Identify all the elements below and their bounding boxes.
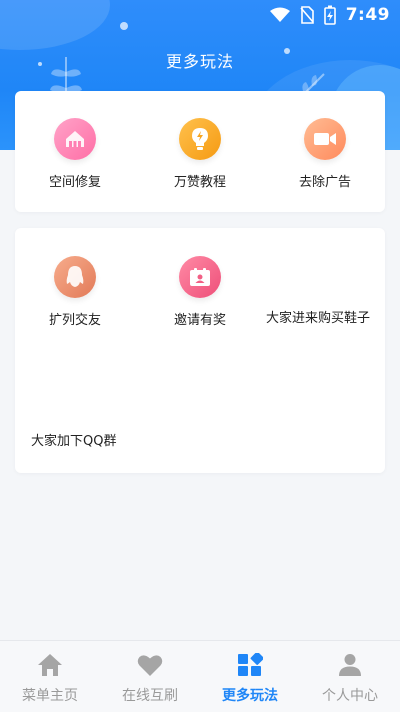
tab-label: 个人中心 — [322, 688, 378, 704]
link-join-qq-group[interactable]: 大家加下QQ群 — [31, 430, 116, 449]
no-sim-icon — [300, 6, 314, 24]
tab-profile[interactable]: 个人中心 — [300, 653, 400, 705]
page-title: 更多玩法 — [165, 52, 234, 71]
tab-more-features[interactable]: 更多玩法 — [200, 651, 300, 705]
tab-label: 菜单主页 — [22, 688, 78, 704]
feature-space-repair[interactable]: 空间修复 — [15, 118, 135, 190]
wifi-icon — [269, 7, 290, 22]
feature-make-friends[interactable]: 扩列交友 — [15, 256, 135, 328]
tab-online-boost[interactable]: 在线互刷 — [100, 653, 200, 705]
home-icon — [38, 654, 62, 676]
heart-icon — [137, 655, 163, 676]
house-icon — [54, 118, 96, 160]
qq-penguin-icon — [54, 256, 96, 298]
link-buy-shoes[interactable]: 大家进来购买鞋子 — [266, 307, 370, 326]
feature-likes-tutorial[interactable]: 万赞教程 — [140, 118, 260, 190]
person-icon — [339, 654, 361, 676]
grid-icon — [238, 651, 264, 676]
feature-invite-reward[interactable]: 邀请有奖 — [140, 256, 260, 328]
tab-home[interactable]: 菜单主页 — [0, 653, 100, 705]
feature-label: 扩列交友 — [48, 313, 101, 328]
gift-card-icon — [179, 256, 221, 298]
feature-label: 去除广告 — [298, 175, 351, 190]
video-icon — [304, 118, 346, 160]
lightbulb-icon — [179, 118, 221, 160]
feature-label: 空间修复 — [48, 175, 101, 190]
battery-charging-icon — [323, 5, 336, 25]
status-bar: 7:49 — [0, 0, 400, 32]
status-time: 7:49 — [345, 5, 390, 25]
bottom-tab-bar: 菜单主页 在线互刷 更多玩法 个人中心 — [0, 640, 400, 712]
feature-label: 邀请有奖 — [173, 313, 226, 328]
feature-label: 万赞教程 — [173, 175, 226, 190]
feature-remove-ads[interactable]: 去除广告 — [265, 118, 385, 190]
more-features-card: 扩列交友 邀请有奖 大家进来购买鞋子 大家加下QQ群 — [15, 228, 385, 473]
tab-label: 更多玩法 — [222, 688, 278, 704]
features-card: 空间修复 万赞教程 去除广告 — [15, 91, 385, 212]
tab-label: 在线互刷 — [122, 688, 178, 704]
